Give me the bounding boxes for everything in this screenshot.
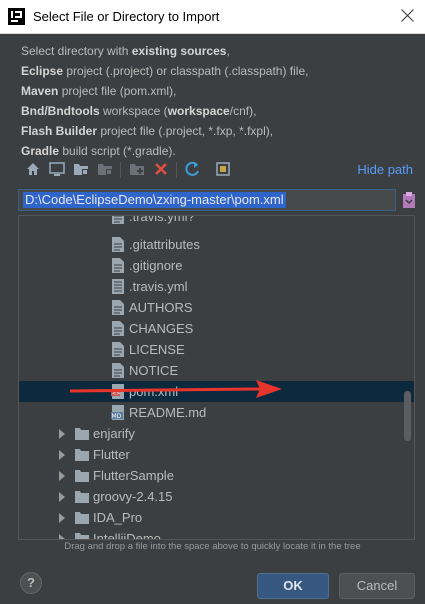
tree-item-label: README.md: [129, 405, 207, 420]
drag-drop-hint: Drag and drop a file into the space abov…: [64, 541, 361, 552]
description-keyword: Bnd/Bndtools: [21, 104, 100, 118]
tree-item-label: AUTHORS: [129, 300, 193, 315]
module-folder-icon[interactable]: [96, 160, 114, 178]
tree-file-row[interactable]: LICENSE: [19, 339, 414, 360]
description-line: Maven project file (pom.xml),: [21, 81, 308, 101]
description-keyword: workspace: [167, 104, 230, 118]
tree-file-row[interactable]: .travis.yml?: [19, 215, 414, 234]
description-text: project file (.project, *.fxp, *.fxpl),: [97, 124, 274, 138]
tree-item-label: Flutter: [93, 447, 130, 462]
text-file-icon: [112, 363, 124, 378]
title-bar: Select File or Directory to Import: [0, 0, 425, 34]
svg-text:MD: MD: [112, 413, 122, 420]
tree-file-row[interactable]: .travis.yml: [19, 276, 414, 297]
description-keyword: Maven: [21, 84, 59, 98]
text-file-icon: [112, 300, 124, 315]
description-text: Select directory with: [21, 44, 132, 58]
description-line: Flash Builder project file (.project, *.…: [21, 121, 308, 141]
tree-scrollbar[interactable]: [404, 391, 411, 441]
tree-item-label: IDA_Pro: [93, 510, 143, 525]
annotation-arrow-icon: [70, 380, 282, 398]
description-keyword: existing sources: [131, 44, 227, 58]
help-button[interactable]: ?: [20, 572, 42, 594]
refresh-icon[interactable]: [184, 160, 202, 178]
tree-item-label: NOTICE: [129, 363, 179, 378]
window-title: Select File or Directory to Import: [33, 9, 220, 24]
home-icon[interactable]: [24, 160, 42, 178]
tree-item-label: .gitignore: [129, 258, 183, 273]
description-text: project file (pom.xml),: [58, 84, 177, 98]
tree-item-label: LICENSE: [129, 342, 185, 357]
tree-file-row[interactable]: AUTHORS: [19, 297, 414, 318]
description-text: ,: [226, 44, 230, 58]
project-folder-icon[interactable]: [72, 160, 90, 178]
tree-item-label: IntellijDemo: [93, 531, 161, 540]
intellij-logo-icon: [8, 8, 25, 25]
tree-item-label: FlutterSample: [93, 468, 174, 483]
tree-folder-row[interactable]: enjarify: [19, 423, 414, 444]
ok-button[interactable]: OK: [257, 573, 329, 599]
folder-icon: [75, 491, 89, 503]
tree-file-row[interactable]: MD README.md: [19, 402, 414, 423]
show-hidden-icon[interactable]: [214, 160, 232, 178]
tree-file-row[interactable]: .gitignore: [19, 255, 414, 276]
text-file-icon: [112, 258, 124, 273]
expand-arrow-icon[interactable]: [59, 450, 65, 460]
tree-folder-row[interactable]: IDA_Pro: [19, 507, 414, 528]
file-chooser-toolbar: Hide path: [18, 156, 413, 184]
desktop-icon[interactable]: [48, 160, 66, 178]
folder-icon: [75, 533, 89, 539]
path-field[interactable]: D:\Code\EclipseDemo\zxing-master\pom.xml: [18, 189, 396, 211]
text-file-icon: [112, 321, 124, 336]
description-line: Eclipse project (.project) or classpath …: [21, 61, 308, 81]
tree-file-row[interactable]: .gitattributes: [19, 234, 414, 255]
tree-item-label: .gitattributes: [129, 237, 200, 252]
expand-arrow-icon[interactable]: [59, 471, 65, 481]
tree-file-row[interactable]: CHANGES: [19, 318, 414, 339]
tree-folder-row[interactable]: FlutterSample: [19, 465, 414, 486]
tree-folder-row[interactable]: IntellijDemo: [19, 528, 414, 540]
expand-arrow-icon[interactable]: [59, 513, 65, 523]
text-file-icon: [112, 216, 124, 224]
description-line: Select directory with existing sources,: [21, 41, 308, 61]
markdown-file-icon: MD: [111, 405, 124, 420]
yaml-file-icon: [112, 279, 124, 294]
tree-item-label: groovy-2.4.15: [93, 489, 173, 504]
description-keyword: Flash Builder: [21, 124, 98, 138]
expand-arrow-icon[interactable]: [59, 534, 65, 539]
tree-item-label: .travis.yml: [129, 279, 188, 294]
delete-icon[interactable]: [152, 160, 170, 178]
folder-icon: [75, 512, 89, 524]
folder-icon: [75, 449, 89, 461]
expand-arrow-icon[interactable]: [59, 492, 65, 502]
description-text: workspace (: [99, 104, 168, 118]
path-history-icon[interactable]: [401, 190, 417, 210]
description-text: /cnf),: [229, 104, 257, 118]
close-icon[interactable]: [397, 5, 419, 27]
tree-folder-row[interactable]: groovy-2.4.15: [19, 486, 414, 507]
new-folder-icon[interactable]: [128, 160, 146, 178]
text-file-icon: [112, 342, 124, 357]
description-text: project (.project) or classpath (.classp…: [63, 64, 309, 78]
tree-item-label: .travis.yml?: [129, 215, 195, 224]
description-line: Bnd/Bndtools workspace (workspace/cnf),: [21, 101, 308, 121]
import-description: Select directory with existing sources, E…: [21, 41, 308, 161]
hide-path-link[interactable]: Hide path: [357, 162, 413, 177]
description-keyword: Eclipse: [21, 64, 64, 78]
folder-icon: [75, 470, 89, 482]
text-file-icon: [112, 237, 124, 252]
folder-icon: [75, 428, 89, 440]
path-input-text[interactable]: D:\Code\EclipseDemo\zxing-master\pom.xml: [23, 192, 286, 208]
cancel-button[interactable]: Cancel: [339, 573, 415, 599]
tree-item-label: CHANGES: [129, 321, 194, 336]
expand-arrow-icon[interactable]: [59, 429, 65, 439]
tree-folder-row[interactable]: Flutter: [19, 444, 414, 465]
tree-item-label: enjarify: [93, 426, 135, 441]
